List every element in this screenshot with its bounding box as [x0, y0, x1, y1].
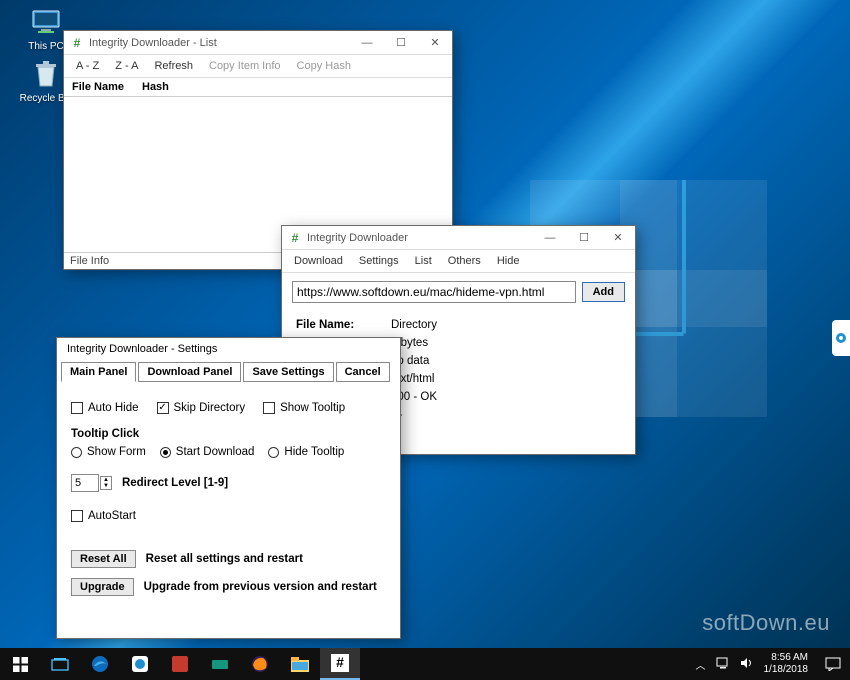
- taskbar: # ︿ 8:56 AM 1/18/2018: [0, 648, 850, 680]
- upgrade-label: Upgrade from previous version and restar…: [144, 581, 377, 593]
- menu-copy-hash[interactable]: Copy Hash: [289, 58, 359, 74]
- menu-download[interactable]: Download: [286, 253, 351, 269]
- taskbar-firefox[interactable]: [240, 648, 280, 680]
- radio-show-form[interactable]: Show Form: [71, 446, 146, 458]
- list-column-headers: File Name Hash: [64, 78, 452, 97]
- taskbar-app-2[interactable]: [160, 648, 200, 680]
- url-input[interactable]: [292, 281, 576, 303]
- radio-hide-tooltip[interactable]: Hide Tooltip: [268, 446, 344, 458]
- main-menubar: Download Settings List Others Hide: [282, 250, 635, 273]
- close-button[interactable]: ✕: [418, 31, 452, 55]
- add-button[interactable]: Add: [582, 282, 625, 302]
- minimize-button[interactable]: —: [533, 226, 567, 250]
- reset-all-label: Reset all settings and restart: [146, 553, 303, 565]
- clock-date: 1/18/2018: [764, 664, 809, 676]
- taskbar-edge[interactable]: [80, 648, 120, 680]
- tray-chevron-up-icon[interactable]: ︿: [696, 657, 706, 672]
- redirect-level-label: Redirect Level [1-9]: [122, 477, 228, 489]
- menu-refresh[interactable]: Refresh: [146, 58, 201, 74]
- checkbox-icon: ✓: [157, 402, 169, 414]
- checkbox-auto-hide[interactable]: Auto Hide: [71, 402, 139, 414]
- this-pc-icon: [30, 6, 62, 38]
- window-title: Integrity Downloader: [307, 232, 533, 244]
- start-button[interactable]: [0, 648, 40, 680]
- menu-sort-az[interactable]: A - Z: [68, 58, 107, 74]
- window-title: Integrity Downloader - List: [89, 37, 350, 49]
- system-tray: ︿ 8:56 AM 1/18/2018: [688, 652, 817, 676]
- spinner-down[interactable]: ▼: [101, 483, 111, 489]
- svg-text:#: #: [336, 654, 344, 670]
- tab-main-panel[interactable]: Main Panel: [61, 362, 136, 382]
- list-menubar: A - Z Z - A Refresh Copy Item Info Copy …: [64, 55, 452, 78]
- tray-volume-icon[interactable]: [740, 657, 754, 672]
- cancel-button[interactable]: Cancel: [336, 362, 390, 382]
- radio-start-download[interactable]: Start Download: [160, 446, 255, 458]
- menu-sort-za[interactable]: Z - A: [107, 58, 146, 74]
- tray-network-icon[interactable]: [716, 657, 730, 672]
- close-button[interactable]: ✕: [601, 226, 635, 250]
- menu-list[interactable]: List: [407, 253, 440, 269]
- window-title: Integrity Downloader - Settings: [63, 341, 400, 357]
- list-window-titlebar[interactable]: # Integrity Downloader - List — ☐ ✕: [64, 31, 452, 55]
- app-icon: #: [288, 231, 302, 245]
- save-settings-button[interactable]: Save Settings: [243, 362, 333, 382]
- taskbar-app-1[interactable]: [120, 648, 160, 680]
- radio-icon: [71, 447, 82, 458]
- recycle-bin-icon: [30, 58, 62, 90]
- file-name-value: Directory: [391, 319, 437, 331]
- redirect-level-input[interactable]: [71, 474, 99, 492]
- checkbox-autostart[interactable]: AutoStart: [71, 510, 386, 522]
- menu-hide[interactable]: Hide: [489, 253, 528, 269]
- taskbar-clock[interactable]: 8:56 AM 1/18/2018: [764, 652, 809, 676]
- taskbar-explorer[interactable]: [280, 648, 320, 680]
- settings-tabs: Main Panel Download Panel Save Settings …: [57, 360, 400, 382]
- settings-window-titlebar[interactable]: Integrity Downloader - Settings: [57, 338, 400, 360]
- menu-copy-item-info[interactable]: Copy Item Info: [201, 58, 289, 74]
- checkbox-icon: [71, 510, 83, 522]
- settings-window: Integrity Downloader - Settings Main Pan…: [56, 337, 401, 639]
- checkbox-icon: [71, 402, 83, 414]
- maximize-button[interactable]: ☐: [384, 31, 418, 55]
- checkbox-show-tooltip[interactable]: Show Tooltip: [263, 402, 345, 414]
- tooltip-click-label: Tooltip Click: [71, 428, 386, 440]
- main-window-titlebar[interactable]: # Integrity Downloader — ☐ ✕: [282, 226, 635, 250]
- col-hash[interactable]: Hash: [134, 78, 177, 96]
- radio-icon: [268, 447, 279, 458]
- app-icon: #: [70, 36, 84, 50]
- spinner-arrows: ▲▼: [100, 476, 112, 490]
- menu-settings[interactable]: Settings: [351, 253, 407, 269]
- checkbox-icon: [263, 402, 275, 414]
- file-name-label: File Name:: [296, 319, 391, 331]
- tab-download-panel[interactable]: Download Panel: [138, 362, 241, 382]
- col-file-name[interactable]: File Name: [64, 78, 134, 96]
- action-center-button[interactable]: [816, 648, 850, 680]
- watermark: softDown.eu: [702, 610, 830, 636]
- taskbar-app-3[interactable]: [200, 648, 240, 680]
- side-peek-icon[interactable]: [832, 320, 850, 356]
- upgrade-button[interactable]: Upgrade: [71, 578, 134, 596]
- reset-all-button[interactable]: Reset All: [71, 550, 136, 568]
- taskbar-integrity-downloader[interactable]: #: [320, 648, 360, 680]
- minimize-button[interactable]: —: [350, 31, 384, 55]
- menu-others[interactable]: Others: [440, 253, 489, 269]
- radio-icon: [160, 447, 171, 458]
- taskview-button[interactable]: [40, 648, 80, 680]
- maximize-button[interactable]: ☐: [567, 226, 601, 250]
- clock-time: 8:56 AM: [764, 652, 809, 664]
- checkbox-skip-directory[interactable]: ✓Skip Directory: [157, 402, 246, 414]
